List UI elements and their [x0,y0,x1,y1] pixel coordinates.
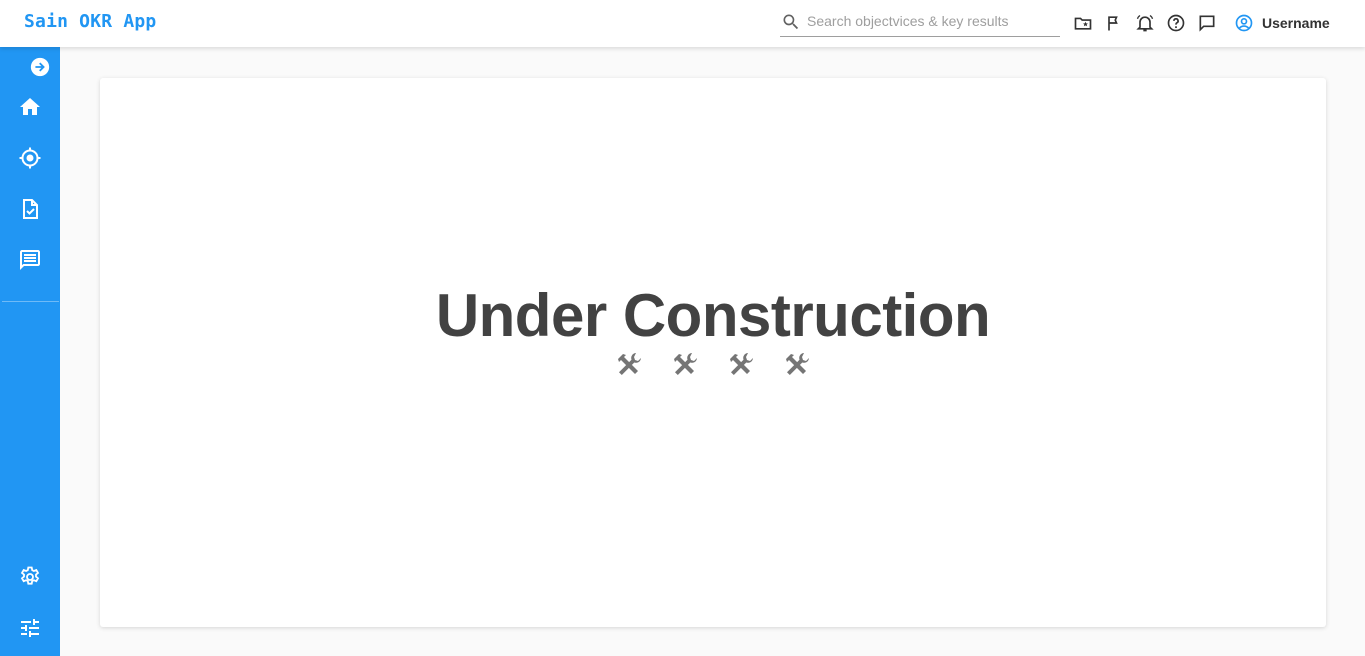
username-label: Username [1262,15,1330,31]
sidebar-divider [2,301,59,302]
chat-icon[interactable] [1196,12,1218,34]
hammer-wrench-icon [726,350,756,380]
sidebar [0,47,60,656]
bell-icon[interactable] [1134,12,1156,34]
top-app-bar: Sain OKR App Search objectvices & key re… [0,0,1365,47]
expand-arrow-icon[interactable] [28,55,52,79]
flag-icon[interactable] [1103,12,1125,34]
search-box [780,8,1060,37]
search-icon [783,14,799,30]
settings-icon[interactable] [18,565,42,589]
folder-star-icon[interactable] [1072,12,1094,34]
home-icon[interactable] [18,95,42,119]
construction-tools [100,350,1326,380]
hammer-wrench-icon [670,350,700,380]
page-title: Under Construction [435,282,991,349]
hammer-wrench-icon [614,350,644,380]
task-document-icon[interactable] [18,197,42,221]
search-input[interactable] [807,10,1057,32]
hammer-wrench-icon [782,350,812,380]
help-icon[interactable] [1165,12,1187,34]
tune-icon[interactable] [18,616,42,640]
account-circle-icon [1235,14,1253,32]
message-icon[interactable] [18,248,42,272]
main-card: Under Construction [100,78,1326,627]
user-menu[interactable]: Username [1234,12,1330,34]
app-title[interactable]: Sain OKR App [24,11,156,32]
target-icon[interactable] [18,146,42,170]
